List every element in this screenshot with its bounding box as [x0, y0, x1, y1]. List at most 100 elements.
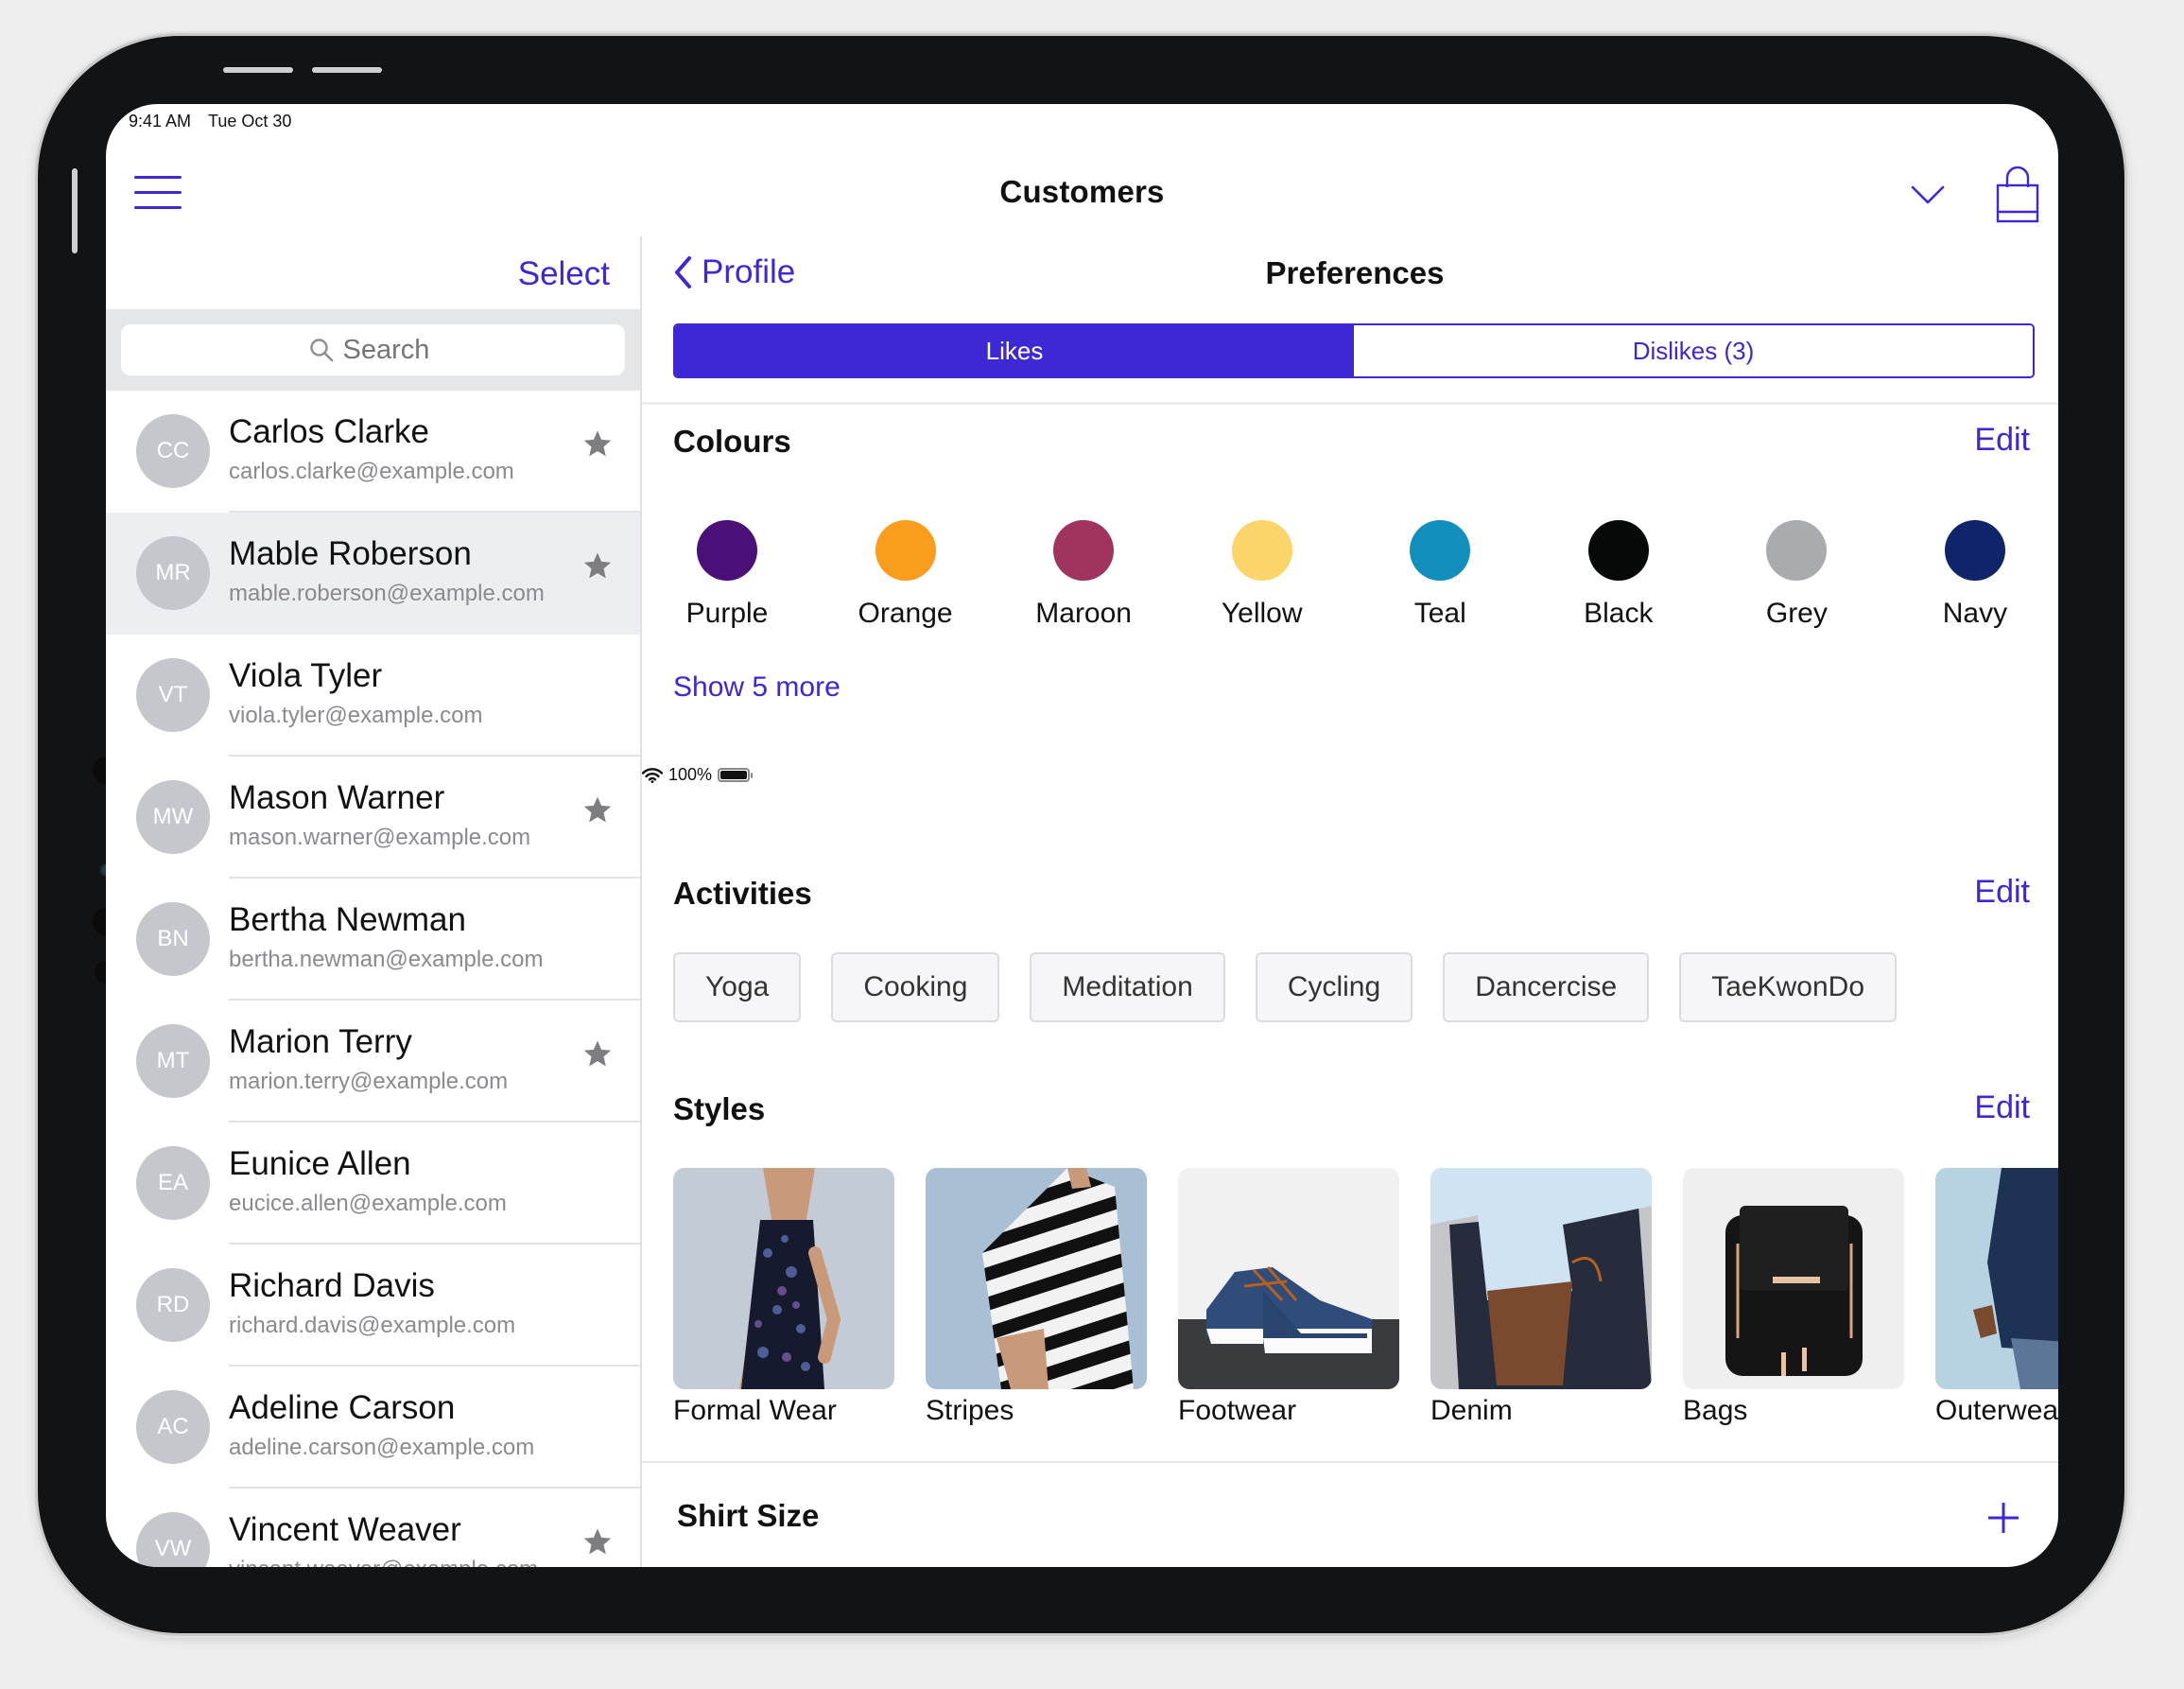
- tab-dislikes[interactable]: Dislikes (3): [1354, 325, 2033, 376]
- colour-label: Yellow: [1221, 598, 1303, 629]
- activity-chip[interactable]: Yoga: [673, 952, 802, 1022]
- style-image: [1683, 1168, 1904, 1389]
- colour-swatch-navy[interactable]: Navy: [1909, 520, 2041, 630]
- status-bar: 9:41 AM Tue Oct 30 100%: [106, 104, 2058, 784]
- colour-swatch-orange[interactable]: Orange: [840, 520, 972, 630]
- star-icon[interactable]: [581, 794, 614, 827]
- activity-chip[interactable]: Cooking: [831, 952, 1000, 1022]
- colour-label: Maroon: [1035, 598, 1132, 629]
- style-card-denim[interactable]: Denim: [1430, 1168, 1652, 1427]
- plus-icon[interactable]: [1986, 1501, 2020, 1535]
- customer-email: eucice.allen@example.com: [229, 1191, 507, 1216]
- colour-label: Teal: [1413, 598, 1466, 629]
- customer-email: vincent.weaver@example.com: [229, 1557, 538, 1567]
- activity-chips: Yoga Cooking Meditation Cycling Dancercise Ta…: [673, 952, 1898, 1022]
- style-image: [1430, 1168, 1652, 1389]
- chevron-down-icon[interactable]: [1910, 183, 1946, 206]
- customer-name: Mable Roberson: [229, 535, 472, 572]
- colour-swatch-yellow[interactable]: Yellow: [1196, 520, 1328, 630]
- avatar: MT: [136, 1024, 210, 1098]
- customer-row[interactable]: CC Carlos Clarke carlos.clarke@example.com: [106, 391, 640, 513]
- style-image: [673, 1168, 894, 1389]
- star-icon[interactable]: [581, 1526, 614, 1558]
- star-icon[interactable]: [581, 1038, 614, 1071]
- avatar: MR: [136, 536, 210, 610]
- style-image: [1178, 1168, 1399, 1389]
- panel-title: Preferences: [1265, 255, 1445, 290]
- colour-dot: [1231, 520, 1292, 581]
- likes-dislikes-segmented-control: Likes Dislikes (3): [673, 323, 2035, 378]
- colour-dot: [697, 520, 757, 581]
- avatar: EA: [136, 1146, 210, 1220]
- customer-row[interactable]: MR Mable Roberson mable.roberson@example.c…: [106, 513, 640, 635]
- colour-swatches: Purple Orange Maroon Yellow Teal Black Grey Nav…: [661, 520, 2041, 630]
- colour-dot: [1053, 520, 1115, 581]
- customer-name: Eunice Allen: [229, 1145, 411, 1182]
- avatar: BN: [136, 902, 210, 976]
- colour-swatch-black[interactable]: Black: [1552, 520, 1685, 630]
- divider: [642, 402, 2058, 405]
- colour-label: Black: [1584, 598, 1654, 629]
- customer-email: mason.warner@example.com: [229, 825, 531, 850]
- shopping-bag-icon[interactable]: [1995, 166, 2040, 223]
- style-card-bags[interactable]: Bags: [1683, 1168, 1904, 1427]
- activities-heading: Activities: [673, 876, 812, 911]
- styles-heading: Styles: [673, 1091, 766, 1126]
- status-date: Tue Oct 30: [208, 112, 292, 131]
- customer-row[interactable]: EA Eunice Allen eucice.allen@example.com: [106, 1123, 640, 1245]
- customer-name: Richard Davis: [229, 1267, 435, 1304]
- style-label: Bags: [1683, 1395, 1748, 1426]
- customer-email: richard.davis@example.com: [229, 1313, 516, 1338]
- activities-edit-button[interactable]: Edit: [1974, 874, 2030, 911]
- show-more-colours-link[interactable]: Show 5 more: [673, 671, 841, 704]
- colour-label: Grey: [1765, 598, 1828, 629]
- customer-row[interactable]: VW Vincent Weaver vincent.weaver@example.c…: [106, 1489, 640, 1567]
- star-icon[interactable]: [581, 550, 614, 583]
- customer-list: CC Carlos Clarke carlos.clarke@example.com…: [106, 391, 640, 1567]
- screen: 9:41 AM Tue Oct 30 100% Customers Select…: [106, 104, 2058, 1567]
- star-icon[interactable]: [581, 428, 614, 461]
- search-icon: [309, 339, 333, 362]
- customer-name: Adeline Carson: [229, 1389, 456, 1426]
- volume-button: [312, 67, 382, 73]
- customer-row[interactable]: AC Adeline Carson adeline.carson@example.c…: [106, 1367, 640, 1489]
- colour-swatch-teal[interactable]: Teal: [1374, 520, 1506, 630]
- style-card-footwear[interactable]: Footwear: [1178, 1168, 1399, 1427]
- customer-email: marion.terry@example.com: [229, 1069, 509, 1094]
- tab-likes[interactable]: Likes: [675, 325, 1354, 376]
- customer-row[interactable]: MT Marion Terry marion.terry@example.com: [106, 1001, 640, 1123]
- activity-chip[interactable]: Cycling: [1255, 952, 1413, 1022]
- avatar: AC: [136, 1390, 210, 1464]
- style-label: Outerwear: [1935, 1395, 2058, 1426]
- avatar: RD: [136, 1268, 210, 1342]
- style-card-stripes[interactable]: Stripes: [926, 1168, 1147, 1427]
- activity-chip[interactable]: Meditation: [1030, 952, 1225, 1022]
- activity-chip[interactable]: Dancercise: [1443, 952, 1650, 1022]
- style-label: Stripes: [926, 1395, 1014, 1426]
- customer-list-panel: Select CC Carlos Clarke carlos.clarke@exam…: [106, 236, 642, 1567]
- avatar: CC: [136, 414, 210, 488]
- colours-edit-button[interactable]: Edit: [1974, 422, 2030, 459]
- colour-swatch-maroon[interactable]: Maroon: [1017, 520, 1150, 630]
- customer-name: Vincent Weaver: [229, 1511, 461, 1548]
- customer-row[interactable]: BN Bertha Newman bertha.newman@example.com: [106, 879, 640, 1001]
- style-card-formal-wear[interactable]: Formal Wear: [673, 1168, 894, 1427]
- colour-dot: [1766, 520, 1828, 581]
- styles-edit-button[interactable]: Edit: [1974, 1089, 2030, 1126]
- colour-swatch-purple[interactable]: Purple: [661, 520, 793, 630]
- search-field[interactable]: [121, 324, 625, 375]
- avatar: VW: [136, 1512, 210, 1567]
- customer-email: viola.tyler@example.com: [229, 703, 483, 728]
- customer-row[interactable]: VT Viola Tyler viola.tyler@example.com: [106, 635, 640, 757]
- customer-row[interactable]: RD Richard Davis richard.davis@example.com: [106, 1245, 640, 1367]
- colour-swatch-grey[interactable]: Grey: [1730, 520, 1863, 630]
- shirt-size-row[interactable]: Shirt Size: [642, 1463, 2058, 1567]
- customer-name: Carlos Clarke: [229, 413, 429, 450]
- select-button[interactable]: Select: [518, 255, 610, 293]
- search-input[interactable]: [342, 334, 438, 366]
- customer-name: Bertha Newman: [229, 901, 466, 938]
- style-card-outerwear[interactable]: Outerwear: [1935, 1168, 2058, 1427]
- customer-row[interactable]: MW Mason Warner mason.warner@example.com: [106, 757, 640, 879]
- nav-title: Customers: [999, 174, 1165, 209]
- activity-chip[interactable]: TaeKwonDo: [1679, 952, 1898, 1022]
